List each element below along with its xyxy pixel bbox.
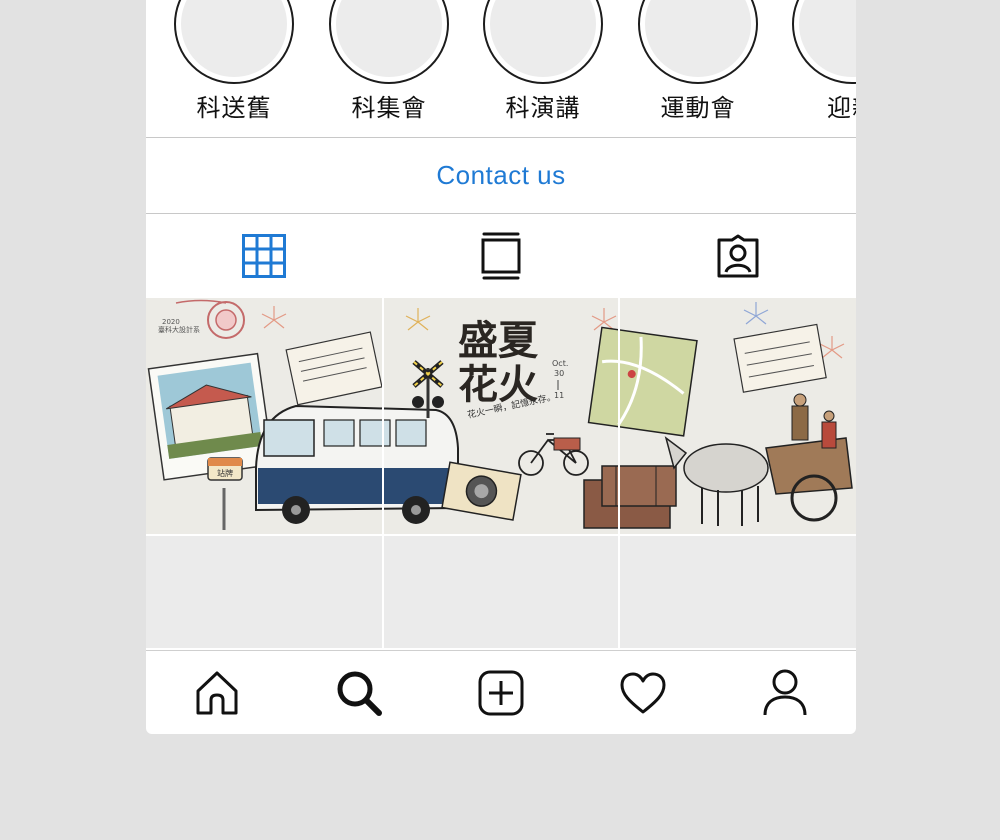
stamp-sub: 臺科大設計系 — [158, 325, 200, 334]
igtv-icon — [481, 232, 521, 280]
date-top: Oct. — [552, 359, 568, 368]
story-highlights[interactable]: 科送舊 科集會 科演講 運動會 迎新 — [146, 0, 856, 137]
activity-heart-icon — [620, 672, 666, 714]
contact-us-button[interactable]: Contact us — [436, 160, 565, 191]
grid-icon — [242, 234, 286, 278]
tab-grid[interactable] — [146, 214, 382, 298]
profile-tabs — [146, 214, 856, 298]
profile-screen: 科送舊 科集會 科演講 運動會 迎新 Contact us — [146, 0, 856, 734]
bottom-navigation — [146, 650, 856, 734]
posts-grid: 站牌 2020 臺科大設計系 盛夏 花火 Oct. 30 11 花火一瞬，記憶永… — [146, 298, 856, 650]
tab-tagged[interactable] — [620, 214, 856, 298]
grid-separator — [618, 298, 620, 650]
highlight-label: 科演講 — [505, 94, 581, 122]
banner-title-line1: 盛夏 — [458, 318, 539, 364]
profile-icon — [763, 669, 807, 716]
banner-illustration: 站牌 2020 臺科大設計系 盛夏 花火 Oct. 30 11 花火一瞬，記憶永… — [146, 298, 856, 534]
post-banner-artwork[interactable]: 站牌 2020 臺科大設計系 盛夏 花火 Oct. 30 11 花火一瞬，記憶永… — [146, 298, 856, 534]
nav-new-post[interactable] — [430, 651, 572, 734]
highlight-label: 迎新 — [827, 94, 856, 122]
grid-separator — [146, 534, 856, 536]
highlight-cover[interactable] — [638, 0, 758, 84]
sign-text: 站牌 — [217, 468, 233, 478]
highlight-cover[interactable] — [792, 0, 856, 84]
new-post-icon — [478, 670, 524, 716]
post-thumbnail[interactable] — [620, 536, 856, 648]
highlight-label: 科集會 — [351, 94, 427, 122]
search-icon — [337, 671, 382, 716]
contact-row: Contact us — [146, 138, 856, 213]
highlight-cover[interactable] — [174, 0, 294, 84]
highlight-label: 科送舊 — [196, 94, 272, 122]
post-thumbnail[interactable] — [384, 536, 618, 648]
highlight-label: 運動會 — [660, 94, 736, 122]
nav-search[interactable] — [288, 651, 430, 734]
tab-igtv[interactable] — [383, 214, 619, 298]
highlight-cover[interactable] — [329, 0, 449, 84]
stamp-year: 2020 — [162, 318, 180, 326]
date-mid: 30 — [554, 369, 564, 378]
post-thumbnail[interactable] — [146, 536, 382, 648]
home-icon — [196, 671, 238, 715]
nav-home[interactable] — [146, 651, 288, 734]
highlight-cover[interactable] — [483, 0, 603, 84]
tagged-icon — [717, 234, 759, 278]
grid-separator — [382, 298, 384, 650]
nav-activity[interactable] — [572, 651, 714, 734]
nav-profile[interactable] — [714, 651, 856, 734]
